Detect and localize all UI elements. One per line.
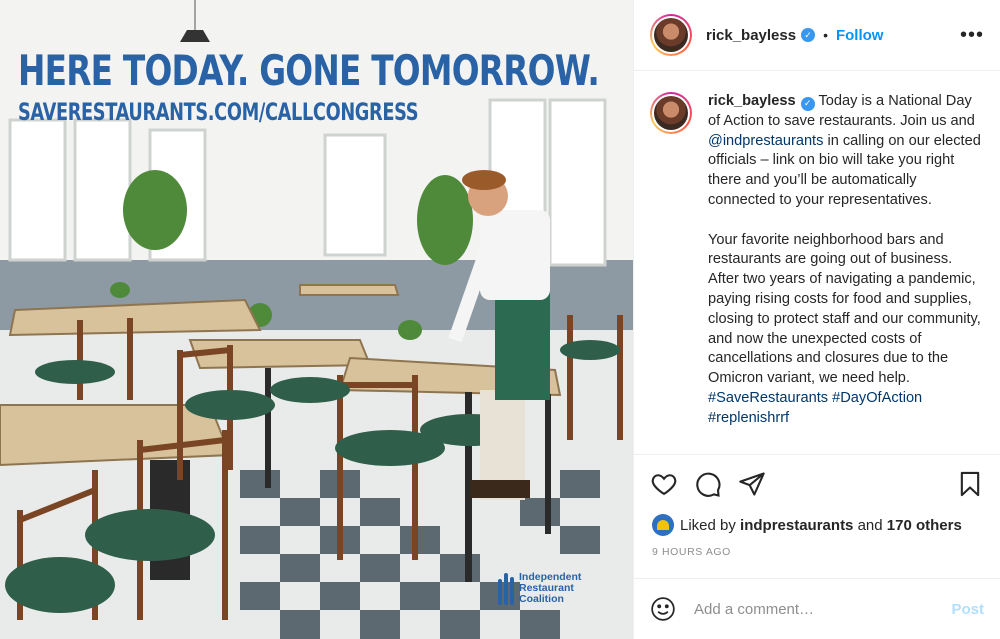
header-username[interactable]: rick_bayless <box>706 27 796 44</box>
likes-others-link[interactable]: 170 others <box>887 517 962 534</box>
hashtag-replenishrrf[interactable]: #replenishrrf <box>708 410 789 426</box>
likes-summary: Liked by indprestaurants and 170 others <box>652 514 962 536</box>
likes-and: and <box>857 516 883 534</box>
avatar[interactable] <box>650 14 692 56</box>
post-image-url-text: SAVERESTAURANTS.COM/CALLCONGRESS <box>18 98 419 126</box>
caption-paragraph-2: Your favorite neighborhood bars and rest… <box>708 231 981 387</box>
caption-username[interactable]: rick_bayless <box>708 93 796 109</box>
header-separator: • <box>823 27 828 43</box>
post-timestamp[interactable]: 9 HOURS AGO <box>652 546 731 558</box>
more-options-icon[interactable]: ••• <box>960 24 984 47</box>
emoji-icon[interactable] <box>650 596 676 622</box>
caption-avatar[interactable] <box>650 92 692 134</box>
utensils-logo-icon <box>498 572 514 605</box>
liker-avatar[interactable] <box>652 514 674 536</box>
comment-bar: Post <box>634 578 1000 639</box>
caption-text: rick_bayless ✓ Today is a National Day of… <box>708 92 982 454</box>
verified-badge-icon: ✓ <box>801 28 816 42</box>
comment-icon[interactable] <box>694 470 722 498</box>
post-image-headline: HERE TODAY. GONE TOMORROW. <box>18 46 600 95</box>
likes-prefix: Liked by <box>680 516 736 534</box>
post-image[interactable]: HERE TODAY. GONE TOMORROW. SAVERESTAURAN… <box>0 0 633 639</box>
independent-restaurant-coalition-logo: Independent Restaurant Coalition <box>498 572 581 605</box>
follow-button[interactable]: Follow <box>836 27 884 44</box>
logo-line-3: Coalition <box>519 593 564 605</box>
comment-input[interactable] <box>694 600 952 618</box>
caption-verified-badge-icon: ✓ <box>800 96 815 111</box>
liker-username[interactable]: indprestaurants <box>740 517 853 534</box>
hashtag-saverestaurants[interactable]: #SaveRestaurants <box>708 390 828 406</box>
bookmark-icon[interactable] <box>956 470 984 498</box>
restaurant-scene-illustration <box>0 0 633 639</box>
heart-icon[interactable] <box>650 470 678 498</box>
post-comment-button[interactable]: Post <box>951 601 984 618</box>
mention-link[interactable]: @indprestaurants <box>708 133 823 149</box>
share-icon[interactable] <box>738 470 766 498</box>
caption-area: rick_bayless ✓ Today is a National Day of… <box>634 72 1000 455</box>
post-actions-bar <box>650 466 984 502</box>
post-sidebar: rick_bayless ✓ • Follow ••• rick_bayless… <box>633 0 1000 639</box>
hashtag-dayofaction[interactable]: #DayOfAction <box>832 390 922 406</box>
post-header: rick_bayless ✓ • Follow ••• <box>634 0 1000 71</box>
